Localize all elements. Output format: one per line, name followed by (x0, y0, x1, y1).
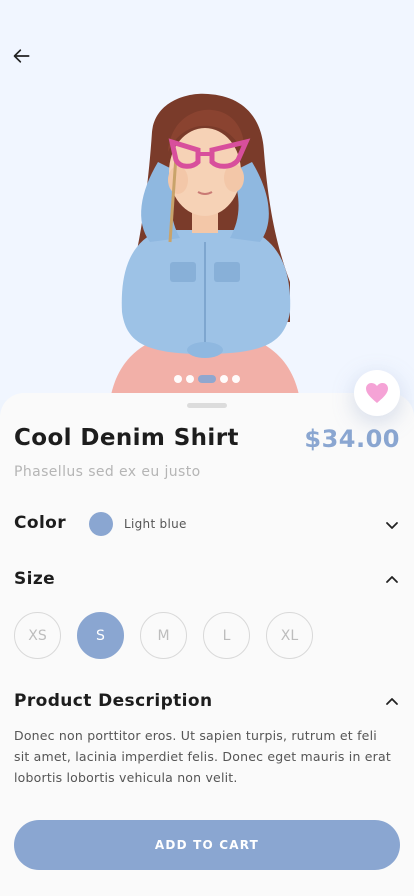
chevron-down-icon[interactable] (384, 517, 400, 533)
drag-handle[interactable] (187, 403, 227, 408)
chevron-up-icon[interactable] (384, 694, 400, 710)
size-option-m[interactable]: M (140, 612, 187, 659)
back-button[interactable] (10, 44, 34, 68)
product-image-gallery[interactable] (0, 0, 414, 400)
product-photo (110, 93, 300, 400)
pagination-dot-active[interactable] (198, 375, 216, 383)
size-option-xl[interactable]: XL (266, 612, 313, 659)
product-details-sheet: Cool Denim Shirt $34.00 Phasellus sed ex… (0, 393, 414, 896)
size-options: XS S M L XL (14, 612, 313, 659)
pagination-dot[interactable] (220, 375, 228, 383)
add-to-cart-button[interactable]: ADD TO CART (14, 820, 400, 870)
size-option-l[interactable]: L (203, 612, 250, 659)
product-subtitle: Phasellus sed ex eu justo (14, 464, 201, 480)
gallery-pagination[interactable] (0, 375, 414, 383)
chevron-up-icon[interactable] (384, 572, 400, 588)
product-title: Cool Denim Shirt (14, 425, 239, 451)
pagination-dot[interactable] (174, 375, 182, 383)
pagination-dot[interactable] (186, 375, 194, 383)
size-label: Size (14, 569, 56, 589)
heart-icon (366, 383, 388, 403)
description-label: Product Description (14, 691, 213, 711)
pagination-dot[interactable] (232, 375, 240, 383)
arrow-left-icon (13, 49, 30, 63)
size-option-xs[interactable]: XS (14, 612, 61, 659)
favorite-button[interactable] (354, 370, 400, 416)
size-option-s[interactable]: S (77, 612, 124, 659)
color-name: Light blue (124, 517, 187, 531)
product-price: $34.00 (304, 425, 400, 453)
product-description: Donec non porttitor eros. Ut sapien turp… (14, 728, 391, 785)
color-label: Color (14, 513, 67, 533)
color-swatch-light-blue[interactable] (89, 512, 113, 536)
